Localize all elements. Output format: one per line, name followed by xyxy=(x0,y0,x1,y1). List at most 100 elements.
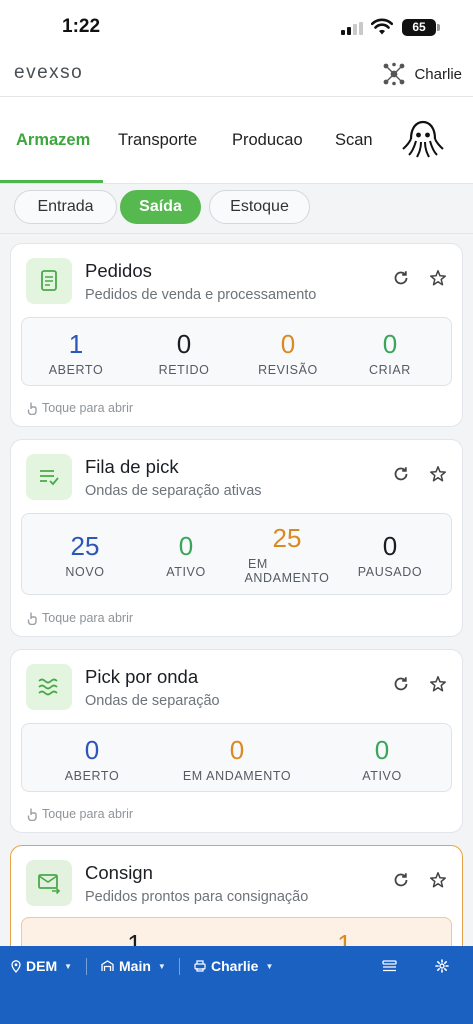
card-subtitle: Ondas de separação xyxy=(85,693,220,709)
location-label: DEM xyxy=(26,958,58,974)
stat-label: ATIVO xyxy=(362,769,402,783)
app-logo: evexso xyxy=(14,62,84,83)
stat-novo[interactable]: 25 NOVO xyxy=(22,514,148,596)
signal-icon xyxy=(341,22,365,35)
user-network-icon xyxy=(384,62,405,86)
stat-label: ABERTO xyxy=(48,363,104,377)
stat-value: 0 xyxy=(84,735,100,765)
subtab-estoque[interactable]: Estoque xyxy=(209,190,310,224)
stat-label: EM ANDAMENTO xyxy=(182,769,292,783)
refresh-icon[interactable] xyxy=(392,465,410,483)
card-subtitle: Pedidos prontos para consignação xyxy=(85,889,309,905)
tab-producao[interactable]: Producao xyxy=(232,131,303,150)
card-title: Pedidos xyxy=(85,260,152,281)
stat-ativo[interactable]: 0 ATIVO xyxy=(132,514,240,596)
battery-cap xyxy=(437,24,440,31)
stat-criar[interactable]: 0 CRIAR xyxy=(336,318,444,387)
stat-aberto[interactable]: 0 ABERTO xyxy=(22,724,162,793)
divider xyxy=(179,958,180,975)
card-pedidos[interactable]: Pedidos Pedidos de venda e processamento… xyxy=(10,243,463,427)
status-bar: 1:22 65 xyxy=(0,0,473,56)
map-pin-icon xyxy=(11,959,21,973)
card-subtitle: Ondas de separação ativas xyxy=(85,483,262,499)
stack-icon[interactable] xyxy=(382,960,397,973)
status-time: 1:22 xyxy=(62,16,101,37)
stat-value: 0 xyxy=(374,735,390,765)
waves-icon xyxy=(26,664,72,710)
stat-pausado[interactable]: 0 PAUSADO xyxy=(336,514,444,596)
card-fila-de-pick[interactable]: Fila de pick Ondas de separação ativas 2… xyxy=(10,439,463,637)
stat-retido[interactable]: 0 RETIDO xyxy=(130,318,238,387)
stat-label: ATIVO xyxy=(166,565,206,579)
stat-ativo[interactable]: 0 ATIVO xyxy=(312,724,452,793)
refresh-icon[interactable] xyxy=(392,675,410,693)
battery-indicator: 65 xyxy=(402,19,436,36)
stat-label: PAUSADO xyxy=(357,565,423,579)
stat-label: RETIDO xyxy=(158,363,210,377)
mail-forward-icon xyxy=(26,860,72,906)
star-icon[interactable] xyxy=(429,675,447,693)
hand-pointer-icon xyxy=(27,612,37,625)
hand-pointer-icon xyxy=(27,402,37,415)
chevron-down-icon: ▼ xyxy=(64,961,73,971)
stat-value: 0 xyxy=(280,329,296,359)
tab-scan[interactable]: Scan xyxy=(335,131,373,150)
subtab-bar: Entrada Saída Estoque xyxy=(0,184,473,234)
card-pick-por-onda[interactable]: Pick por onda Ondas de separação 0 ABERT… xyxy=(10,649,463,833)
star-icon[interactable] xyxy=(429,269,447,287)
stats-box: 0 ABERTO 0 EM ANDAMENTO 0 ATIVO xyxy=(21,723,452,792)
card-subtitle: Pedidos de venda e processamento xyxy=(85,287,317,303)
stat-label-line1: EM xyxy=(248,557,268,571)
hand-pointer-icon xyxy=(27,808,37,821)
tab-transporte[interactable]: Transporte xyxy=(118,131,197,150)
stat-em-andamento[interactable]: 0 EM ANDAMENTO xyxy=(162,724,312,793)
tab-armazem[interactable]: Armazem xyxy=(16,131,90,150)
printer-icon xyxy=(194,960,206,972)
chevron-down-icon: ▼ xyxy=(157,961,166,971)
stat-label: ABERTO xyxy=(64,769,120,783)
stat-revisao[interactable]: 0 REVISÃO xyxy=(234,318,342,387)
user-name: Charlie xyxy=(414,65,462,83)
subtab-saida[interactable]: Saída xyxy=(120,190,201,224)
list-check-icon xyxy=(26,454,72,500)
hint-text: Toque para abrir xyxy=(42,611,134,625)
main-tab-bar: Armazem Transporte Producao Scan xyxy=(0,97,473,184)
location-selector[interactable]: DEM ▼ xyxy=(11,958,72,974)
active-tab-indicator xyxy=(0,180,103,183)
stat-label-line2: ANDAMENTO xyxy=(244,571,330,585)
card-title: Fila de pick xyxy=(85,456,179,477)
printer-selector[interactable]: Charlie ▼ xyxy=(194,958,273,974)
printer-label: Charlie xyxy=(211,958,259,974)
warehouse-selector[interactable]: Main ▼ xyxy=(101,958,166,974)
stats-box: 1 ABERTO 0 RETIDO 0 REVISÃO 0 CRIAR xyxy=(21,317,452,386)
wifi-icon xyxy=(371,18,393,35)
subtab-entrada[interactable]: Entrada xyxy=(14,190,117,224)
stat-value: 25 xyxy=(70,531,100,561)
star-icon[interactable] xyxy=(429,871,447,889)
star-icon[interactable] xyxy=(429,465,447,483)
stat-label: REVISÃO xyxy=(258,363,318,377)
stat-value: 0 xyxy=(382,329,398,359)
refresh-icon[interactable] xyxy=(392,269,410,287)
settings-icon[interactable] xyxy=(435,959,449,973)
bottom-bar: DEM ▼ Main ▼ Charlie ▼ xyxy=(0,946,473,1024)
stat-value: 0 xyxy=(382,531,398,561)
divider xyxy=(86,958,87,975)
tap-hint: Toque para abrir xyxy=(27,401,133,415)
user-menu[interactable]: Charlie xyxy=(382,62,462,86)
stat-aberto[interactable]: 1 ABERTO xyxy=(22,318,130,387)
hint-text: Toque para abrir xyxy=(42,401,134,415)
hint-text: Toque para abrir xyxy=(42,807,134,821)
stat-label: CRIAR xyxy=(369,363,411,377)
warehouse-label: Main xyxy=(119,958,151,974)
octopus-icon[interactable] xyxy=(402,119,444,159)
stat-value: 0 xyxy=(176,329,192,359)
stat-value: 25 xyxy=(272,523,302,553)
refresh-icon[interactable] xyxy=(392,871,410,889)
stat-value: 1 xyxy=(68,329,84,359)
stat-em-andamento[interactable]: 25 EM ANDAMENTO xyxy=(232,514,342,596)
chevron-down-icon: ▼ xyxy=(265,961,274,971)
app-header: evexso Charlie xyxy=(0,56,473,97)
stat-value: 0 xyxy=(178,531,194,561)
document-icon xyxy=(26,258,72,304)
